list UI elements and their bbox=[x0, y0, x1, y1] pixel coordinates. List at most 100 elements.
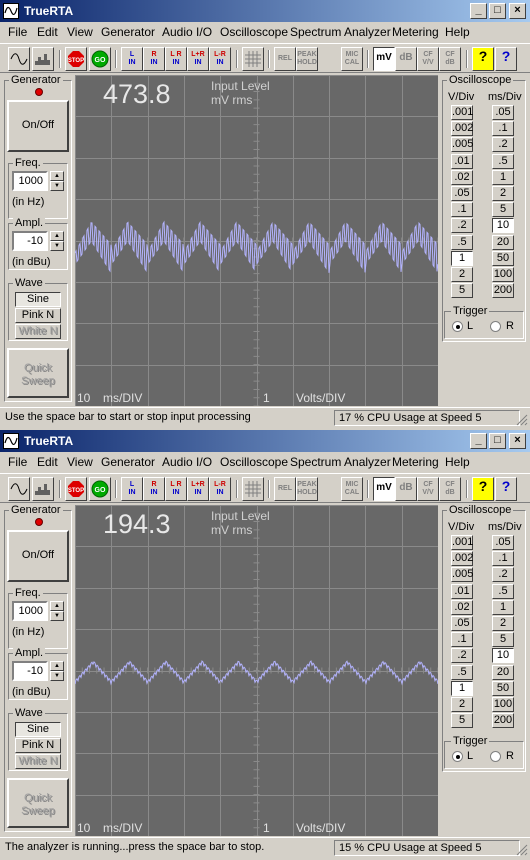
help-icon[interactable]: ? bbox=[472, 47, 494, 71]
ampl-up-button[interactable]: ▲ bbox=[50, 661, 64, 671]
wave-sine-button[interactable]: Sine bbox=[15, 722, 61, 737]
generator-onoff-button[interactable]: On/Off bbox=[7, 100, 69, 152]
cf-vv-button[interactable]: CF V/V bbox=[417, 477, 439, 501]
go-button[interactable]: GO bbox=[89, 47, 111, 71]
msdiv-button[interactable]: 20 bbox=[492, 664, 514, 680]
msdiv-button[interactable]: .2 bbox=[492, 137, 514, 153]
cf-db-button[interactable]: CF dB bbox=[439, 477, 461, 501]
menu-generator[interactable]: Generator bbox=[101, 25, 155, 39]
vdiv-button[interactable]: .01 bbox=[451, 583, 473, 599]
msdiv-button[interactable]: 200 bbox=[492, 283, 514, 299]
grid-button[interactable] bbox=[242, 47, 264, 71]
vdiv-button[interactable]: .05 bbox=[451, 616, 473, 631]
vdiv-button[interactable]: .02 bbox=[451, 599, 473, 615]
freq-up-button[interactable]: ▲ bbox=[50, 601, 64, 611]
vdiv-button[interactable]: 5 bbox=[451, 283, 473, 299]
vdiv-button[interactable]: 1 bbox=[451, 680, 473, 696]
resize-grip-icon[interactable] bbox=[516, 844, 528, 856]
generator-onoff-button[interactable]: On/Off bbox=[7, 530, 69, 582]
msdiv-button[interactable]: .05 bbox=[492, 535, 514, 550]
msdiv-button[interactable]: 50 bbox=[492, 250, 514, 266]
l-minus-r-input-button[interactable]: L-R IN bbox=[209, 477, 231, 501]
left-input-button[interactable]: L IN bbox=[121, 47, 143, 71]
vdiv-button[interactable]: 2 bbox=[451, 267, 473, 282]
right-input-button[interactable]: R IN bbox=[143, 47, 165, 71]
msdiv-button[interactable]: 10 bbox=[492, 648, 514, 664]
oscilloscope-mode-button[interactable] bbox=[8, 47, 30, 71]
vdiv-button[interactable]: .02 bbox=[451, 169, 473, 185]
cf-db-button[interactable]: CF dB bbox=[439, 47, 461, 71]
menu-metering[interactable]: Metering bbox=[392, 455, 439, 469]
app-icon[interactable] bbox=[3, 3, 19, 19]
msdiv-button[interactable]: 2 bbox=[492, 186, 514, 201]
close-button[interactable]: × bbox=[509, 433, 526, 449]
grid-button[interactable] bbox=[242, 477, 264, 501]
quick-sweep-button[interactable]: Quick Sweep bbox=[7, 348, 69, 398]
ampl-input[interactable]: -10 bbox=[12, 661, 48, 681]
menu-generator[interactable]: Generator bbox=[101, 455, 155, 469]
resize-grip-icon[interactable] bbox=[516, 414, 528, 426]
db-units-button[interactable]: dB bbox=[395, 477, 417, 501]
wave-sine-button[interactable]: Sine bbox=[15, 292, 61, 307]
msdiv-button[interactable]: 100 bbox=[492, 267, 514, 282]
stop-button[interactable]: STOP bbox=[65, 477, 87, 501]
relative-button[interactable]: REL bbox=[274, 477, 296, 501]
menu-metering[interactable]: Metering bbox=[392, 25, 439, 39]
vdiv-button[interactable]: .002 bbox=[451, 121, 473, 137]
left-right-input-button[interactable]: L R IN bbox=[165, 47, 187, 71]
db-units-button[interactable]: dB bbox=[395, 47, 417, 71]
right-input-button[interactable]: R IN bbox=[143, 477, 165, 501]
msdiv-button[interactable]: 5 bbox=[492, 202, 514, 218]
freq-down-button[interactable]: ▼ bbox=[50, 611, 64, 621]
menu-oscilloscope[interactable]: Oscilloscope bbox=[220, 455, 288, 469]
vdiv-button[interactable]: 5 bbox=[451, 713, 473, 729]
l-plus-r-input-button[interactable]: L+R IN bbox=[187, 47, 209, 71]
msdiv-button[interactable]: 1 bbox=[492, 599, 514, 615]
left-input-button[interactable]: L IN bbox=[121, 477, 143, 501]
vdiv-button[interactable]: .2 bbox=[451, 648, 473, 664]
ampl-down-button[interactable]: ▼ bbox=[50, 241, 64, 251]
minimize-button[interactable]: _ bbox=[470, 433, 487, 449]
trigger-left-radio[interactable] bbox=[452, 751, 463, 762]
l-plus-r-input-button[interactable]: L+R IN bbox=[187, 477, 209, 501]
vdiv-button[interactable]: .005 bbox=[451, 567, 473, 583]
msdiv-button[interactable]: 20 bbox=[492, 234, 514, 250]
close-button[interactable]: × bbox=[509, 3, 526, 19]
maximize-button[interactable]: □ bbox=[489, 3, 506, 19]
quick-sweep-button[interactable]: Quick Sweep bbox=[7, 778, 69, 828]
msdiv-button[interactable]: .1 bbox=[492, 551, 514, 567]
vdiv-button[interactable]: 1 bbox=[451, 250, 473, 266]
wave-pink-noise-button[interactable]: Pink N bbox=[15, 738, 61, 753]
msdiv-button[interactable]: .5 bbox=[492, 153, 514, 169]
trigger-left-radio[interactable] bbox=[452, 321, 463, 332]
vdiv-button[interactable]: .001 bbox=[451, 105, 473, 120]
vdiv-button[interactable]: .001 bbox=[451, 535, 473, 550]
msdiv-button[interactable]: 50 bbox=[492, 680, 514, 696]
msdiv-button[interactable]: .2 bbox=[492, 567, 514, 583]
vdiv-button[interactable]: .5 bbox=[451, 664, 473, 680]
whats-this-help-icon[interactable]: ? bbox=[495, 47, 517, 71]
menu-audio-io[interactable]: Audio I/O bbox=[162, 25, 212, 39]
vdiv-button[interactable]: .5 bbox=[451, 234, 473, 250]
vdiv-button[interactable]: .05 bbox=[451, 186, 473, 201]
wave-pink-noise-button[interactable]: Pink N bbox=[15, 308, 61, 323]
menu-file[interactable]: File bbox=[8, 455, 27, 469]
mic-cal-button[interactable]: MIC CAL bbox=[341, 47, 363, 71]
whats-this-help-icon[interactable]: ? bbox=[495, 477, 517, 501]
peak-hold-button[interactable]: PEAK HOLD bbox=[296, 47, 318, 71]
msdiv-button[interactable]: 1 bbox=[492, 169, 514, 185]
trigger-right-radio[interactable] bbox=[490, 751, 501, 762]
freq-input[interactable]: 1000 bbox=[12, 171, 48, 191]
menu-edit[interactable]: Edit bbox=[37, 25, 58, 39]
menu-spectrum-analyzer[interactable]: Spectrum Analyzer bbox=[290, 455, 391, 469]
trigger-right-radio[interactable] bbox=[490, 321, 501, 332]
ampl-up-button[interactable]: ▲ bbox=[50, 231, 64, 241]
left-right-input-button[interactable]: L R IN bbox=[165, 477, 187, 501]
app-icon[interactable] bbox=[3, 433, 19, 449]
freq-up-button[interactable]: ▲ bbox=[50, 171, 64, 181]
ampl-down-button[interactable]: ▼ bbox=[50, 671, 64, 681]
spectrum-mode-button[interactable] bbox=[32, 47, 54, 71]
menu-help[interactable]: Help bbox=[445, 25, 470, 39]
maximize-button[interactable]: □ bbox=[489, 433, 506, 449]
l-minus-r-input-button[interactable]: L-R IN bbox=[209, 47, 231, 71]
